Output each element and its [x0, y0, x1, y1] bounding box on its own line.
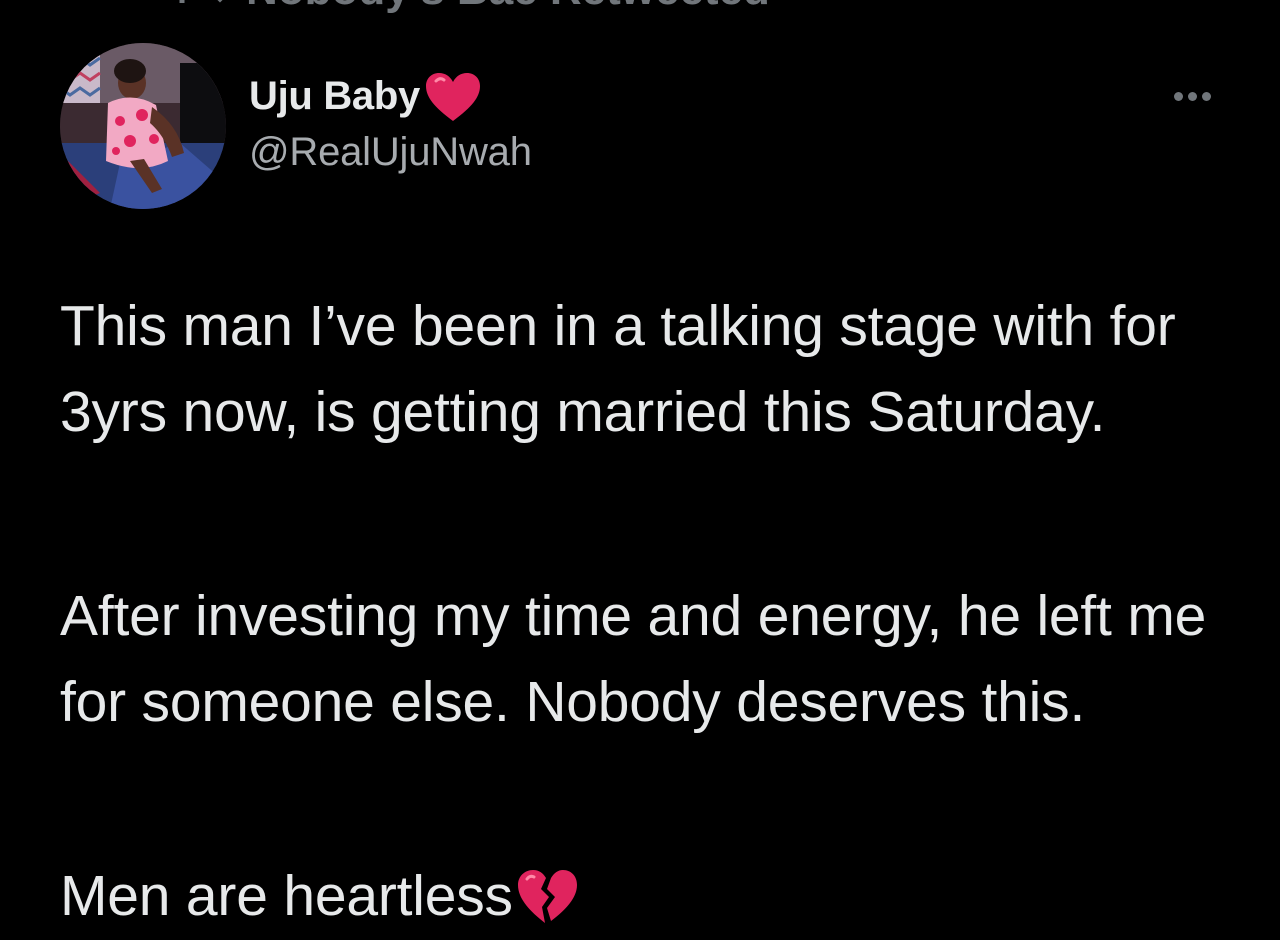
display-name-row[interactable]: Uju Baby [249, 66, 482, 126]
tweet-paragraph: This man I’ve been in a talking stage wi… [60, 294, 1176, 444]
retweet-icon [176, 0, 228, 7]
tweet-paragraph-closing: Men are heartless [60, 853, 1240, 939]
more-horizontal-icon [1173, 91, 1183, 101]
display-name[interactable]: Uju Baby [249, 74, 420, 119]
broken-heart-icon [515, 867, 579, 925]
more-options-button[interactable] [1162, 80, 1222, 112]
avatar[interactable] [60, 43, 226, 209]
tweet-paragraph: After investing my time and energy, he l… [60, 584, 1207, 734]
retweet-context-label: Nobody's Bae Retweeted [246, 0, 770, 15]
red-heart-icon [424, 71, 482, 123]
more-horizontal-icon-dot [1201, 91, 1211, 101]
retweet-context[interactable]: Nobody's Bae Retweeted [176, 0, 770, 14]
author-handle[interactable]: @RealUjuNwah [249, 130, 532, 175]
tweet-paragraph-text: Men are heartless [60, 864, 513, 928]
more-horizontal-icon-dot [1187, 91, 1197, 101]
